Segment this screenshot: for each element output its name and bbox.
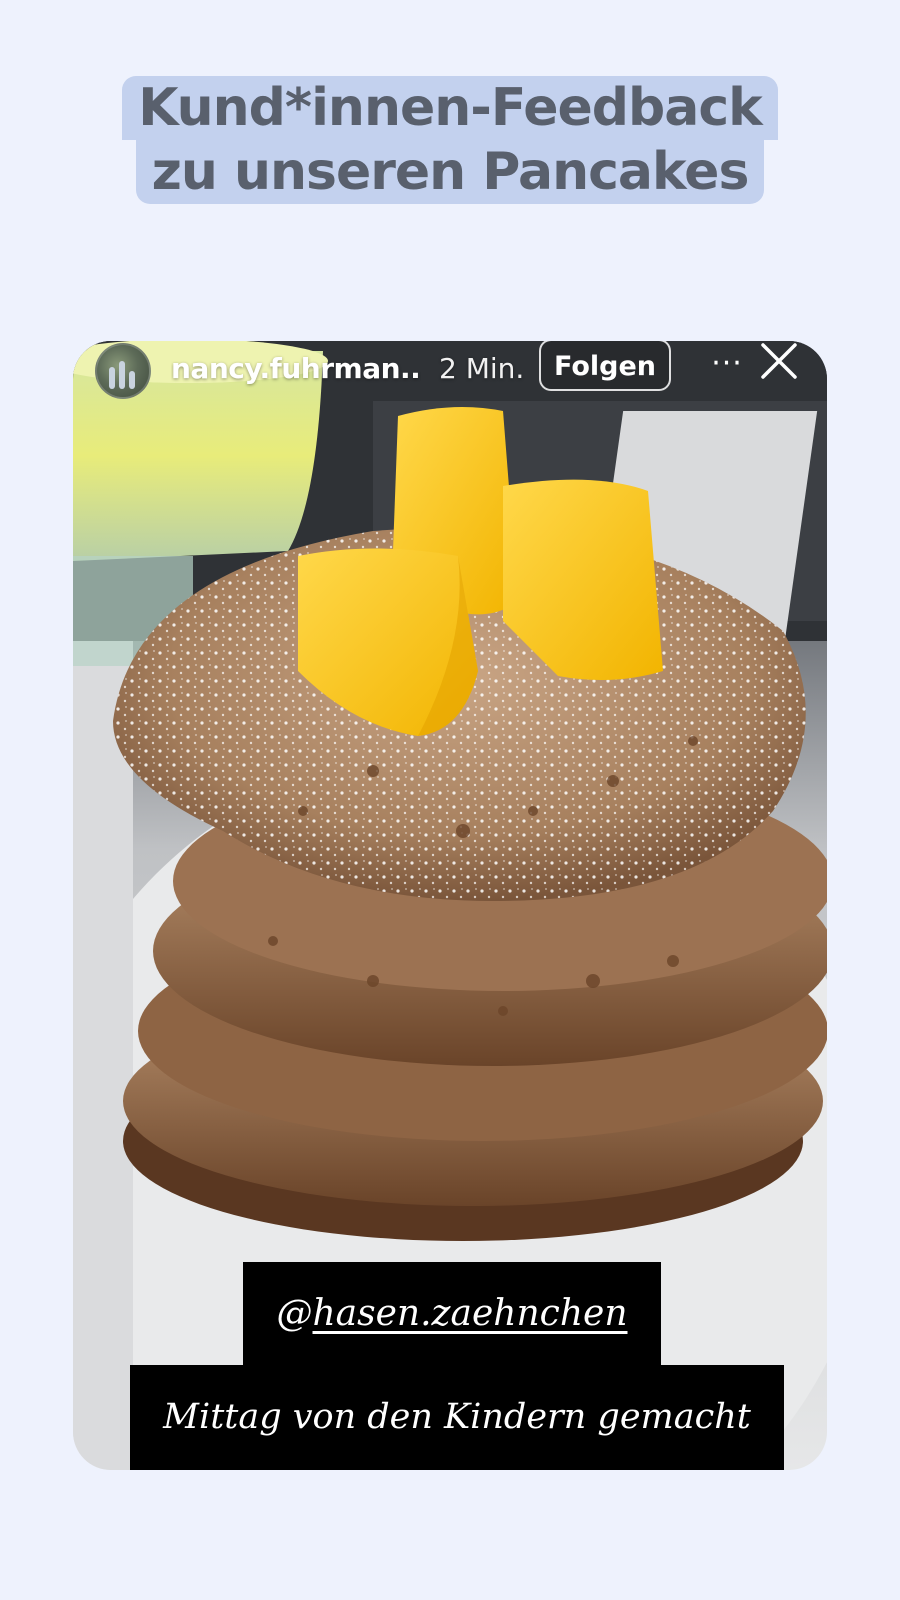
mention-prefix: @ xyxy=(276,1293,313,1334)
mention-caption[interactable]: @hasen.zaehnchen xyxy=(243,1262,661,1366)
story-header: nancy.fuhrman... 2 Min. Folgen ··· xyxy=(73,341,827,401)
story-caption: Mittag von den Kindern gemacht xyxy=(130,1365,784,1470)
mention-handle-link[interactable]: hasen.zaehnchen xyxy=(313,1293,628,1334)
more-icon[interactable]: ··· xyxy=(707,349,747,385)
username-link[interactable]: nancy.fuhrman... xyxy=(171,341,421,397)
close-icon[interactable] xyxy=(759,341,799,381)
avatar[interactable] xyxy=(95,343,151,399)
headline: Kund*innen-Feedback zu unseren Pancakes xyxy=(0,76,900,204)
follow-button[interactable]: Folgen xyxy=(539,341,671,391)
post-time: 2 Min. xyxy=(439,352,525,385)
story-card[interactable]: nancy.fuhrman... 2 Min. Folgen ··· @hase… xyxy=(73,341,827,1470)
headline-line-1: Kund*innen-Feedback xyxy=(122,76,778,140)
headline-line-2: zu unseren Pancakes xyxy=(135,140,765,204)
